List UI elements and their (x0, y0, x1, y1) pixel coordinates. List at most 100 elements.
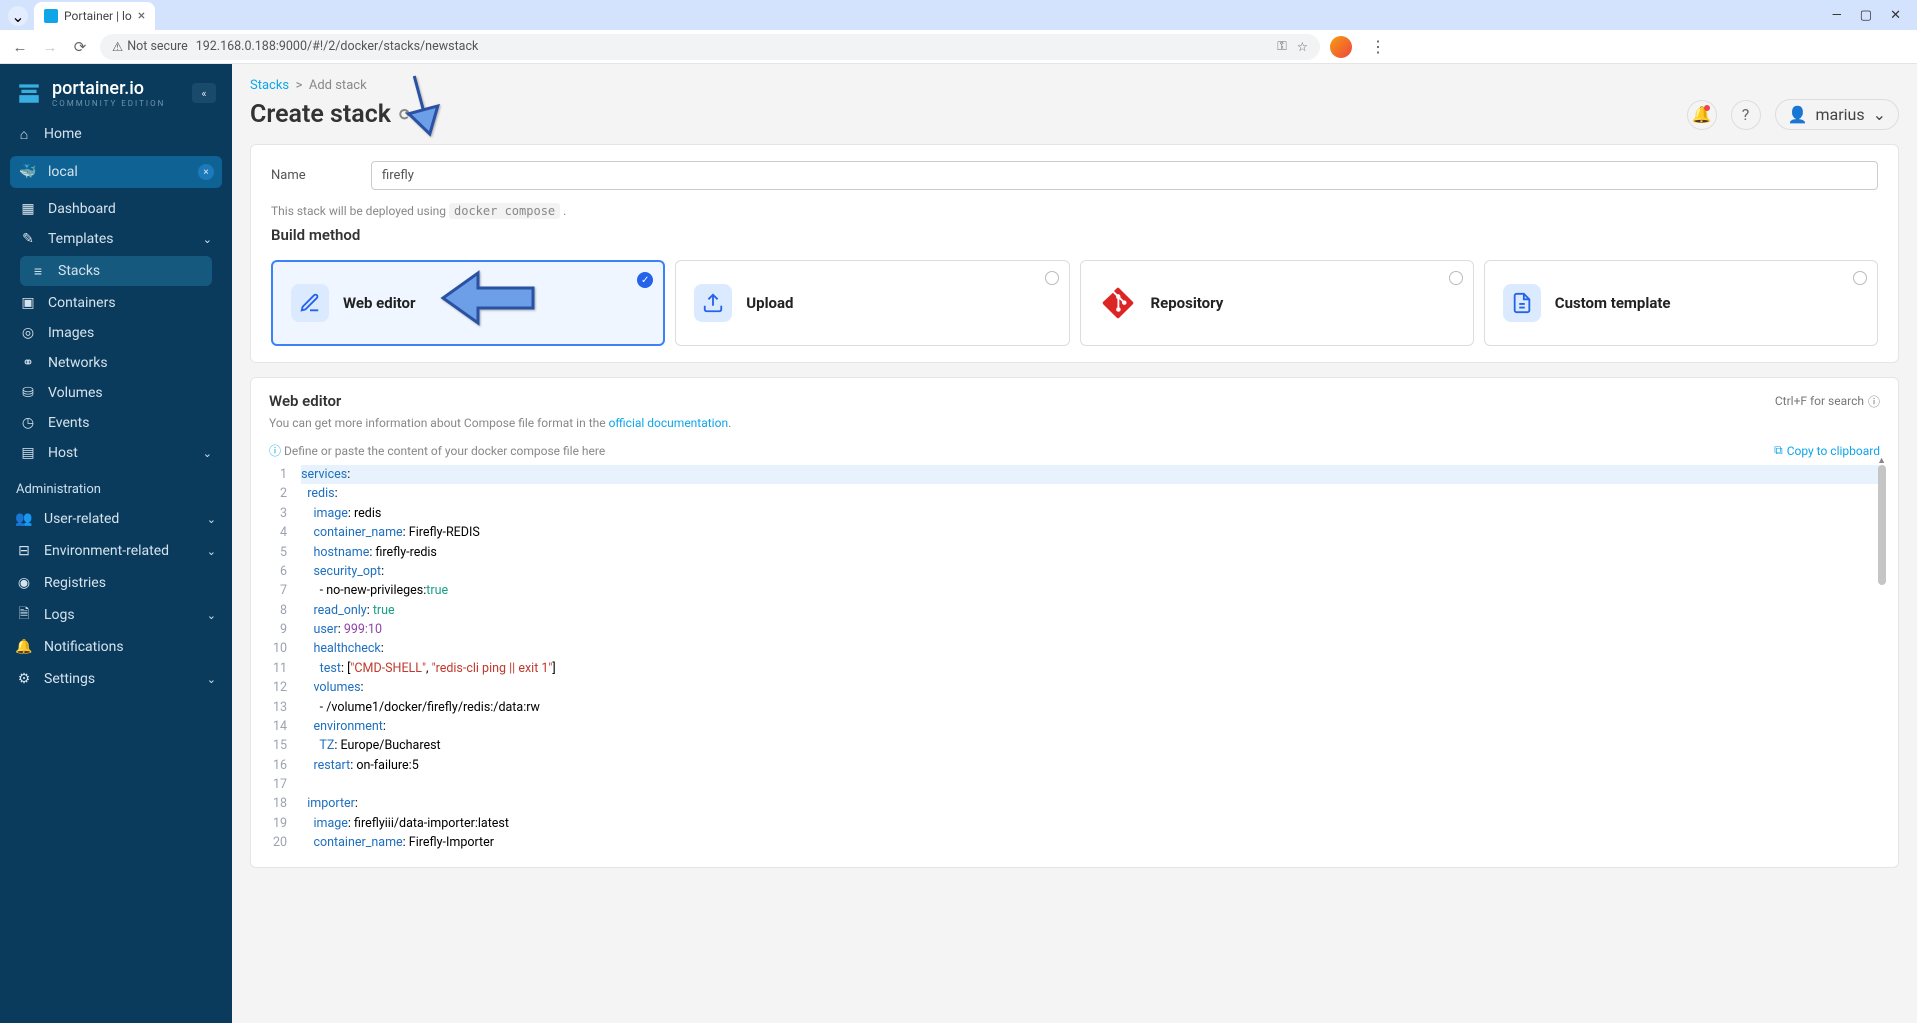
sidebar-label: Templates (48, 231, 114, 247)
build-option-repository[interactable]: Repository (1080, 260, 1474, 346)
build-option-custom-template[interactable]: Custom template (1484, 260, 1878, 346)
security-badge: ⚠ Not secure (112, 39, 188, 55)
sidebar-label: Notifications (44, 639, 124, 655)
collapse-sidebar-button[interactable]: « (192, 83, 216, 103)
chevron-down-icon: ⌄ (203, 447, 212, 460)
tab-close-icon[interactable]: × (138, 8, 145, 24)
compose-hint: ⓘ Define or paste the content of your do… (269, 442, 605, 459)
chevron-down-icon: ⌄ (203, 233, 212, 246)
users-icon: 👥 (16, 511, 32, 527)
build-option-web-editor[interactable]: Web editor ✓ (271, 260, 665, 346)
search-hint: Ctrl+F for search ⓘ (1775, 393, 1880, 410)
annotation-arrow (392, 70, 452, 144)
file-icon (1503, 284, 1541, 322)
sidebar-item-settings[interactable]: ⚙Settings⌄ (0, 663, 232, 695)
editor-title: Web editor (269, 392, 341, 410)
help-icon[interactable]: ⓘ (1868, 393, 1880, 410)
sidebar-item-home[interactable]: ⌂ Home (0, 118, 232, 150)
tab-dropdown-icon[interactable]: ⌄ (8, 6, 28, 26)
hdd-icon: ⊟ (16, 543, 32, 559)
breadcrumb-root[interactable]: Stacks (250, 78, 289, 93)
back-icon[interactable]: ← (10, 38, 30, 56)
edition-text: COMMUNITY EDITION (52, 99, 165, 108)
code-body[interactable]: services: redis: image: redis container_… (301, 465, 1880, 853)
sidebar-item-host[interactable]: ▤Host⌄ (10, 438, 222, 468)
env-close-icon[interactable]: × (198, 164, 214, 180)
build-method-title: Build method (271, 226, 1878, 244)
sidebar-item-env-related[interactable]: ⊟Environment-related⌄ (0, 535, 232, 567)
code-editor[interactable]: 1234567891011121314151617181920 services… (269, 465, 1880, 853)
grid-icon: ▦ (20, 201, 36, 217)
warning-icon: ⚠ (112, 39, 123, 55)
info-icon: ⓘ (269, 444, 281, 458)
minimize-icon[interactable]: — (1832, 8, 1842, 23)
key-icon[interactable]: ⚿ (1277, 39, 1287, 55)
user-menu[interactable]: 👤 marius ⌄ (1775, 99, 1899, 130)
sidebar-label: Registries (44, 575, 106, 591)
chevron-down-icon: ⌄ (207, 545, 216, 558)
sidebar-label: Events (48, 415, 89, 431)
annotation-arrow (438, 268, 538, 332)
sidebar-item-events[interactable]: ◷ Events (10, 408, 222, 438)
sidebar-label: Logs (44, 607, 75, 623)
window-controls: — ▢ ✕ (1832, 0, 1917, 30)
chevron-down-icon: ⌄ (207, 673, 216, 686)
tab-favicon (44, 9, 58, 23)
sidebar-label: Containers (48, 295, 116, 311)
name-label: Name (271, 168, 351, 183)
security-text: Not secure (127, 39, 188, 54)
sidebar-item-stacks[interactable]: ≡ Stacks (20, 256, 212, 286)
sidebar-item-dashboard[interactable]: ▦Dashboard (10, 194, 222, 224)
sidebar-item-logs[interactable]: 🗎Logs⌄ (0, 599, 232, 631)
breadcrumb: Stacks > Add stack (250, 78, 1899, 93)
user-name: marius (1815, 105, 1864, 124)
share-icon: ⚭ (20, 355, 36, 371)
sidebar-label: Volumes (48, 385, 103, 401)
main-content: Stacks > Add stack Create stack ⟳ 🔔 ? 👤 … (232, 64, 1917, 1023)
sidebar-item-registries[interactable]: ◉Registries (0, 567, 232, 599)
gear-icon: ⚙ (16, 671, 32, 687)
copy-to-clipboard-button[interactable]: ⧉ Copy to clipboard (1774, 443, 1880, 458)
edit-icon: ✎ (20, 231, 36, 247)
doc-link[interactable]: official documentation (609, 416, 729, 430)
forward-icon[interactable]: → (40, 38, 60, 56)
sidebar-environment[interactable]: 🐳 local × (10, 156, 222, 188)
sidebar-item-images[interactable]: ◎Images (10, 318, 222, 348)
star-icon[interactable]: ☆ (1297, 39, 1308, 55)
radio-icon (1853, 271, 1867, 285)
stack-name-input[interactable] (371, 161, 1878, 190)
sidebar-item-notifications[interactable]: 🔔 Notifications (0, 631, 232, 663)
address-bar[interactable]: ⚠ Not secure 192.168.0.188:9000/#!/2/doc… (100, 34, 1320, 60)
notifications-button[interactable]: 🔔 (1687, 100, 1717, 130)
scrollbar[interactable] (1878, 465, 1886, 585)
option-label: Custom template (1555, 294, 1671, 312)
option-label: Repository (1151, 294, 1224, 312)
edit-icon (291, 284, 329, 322)
logo: portainer.io COMMUNITY EDITION « (0, 64, 232, 118)
url-text: 192.168.0.188:9000/#!/2/docker/stacks/ne… (196, 39, 479, 54)
sidebar-label: Stacks (58, 263, 100, 279)
doc-hint: You can get more information about Compo… (269, 416, 1880, 430)
profile-avatar[interactable] (1330, 36, 1352, 58)
browser-tab[interactable]: Portainer | lo × (34, 2, 155, 30)
reload-icon[interactable]: ⟳ (70, 38, 90, 56)
sidebar-item-user-related[interactable]: 👥User-related⌄ (0, 503, 232, 535)
close-window-icon[interactable]: ✕ (1890, 8, 1901, 23)
layers-icon: ≡ (30, 263, 46, 279)
user-icon: 👤 (1788, 105, 1808, 124)
breadcrumb-leaf: Add stack (309, 78, 367, 93)
file-icon: 🗎 (16, 607, 32, 623)
maximize-icon[interactable]: ▢ (1860, 8, 1872, 23)
sidebar-label: Host (48, 445, 78, 461)
chevron-down-icon: ⌄ (207, 513, 216, 526)
help-button[interactable]: ? (1731, 100, 1761, 130)
clock-icon: ◷ (20, 415, 36, 431)
portainer-logo-icon (16, 80, 42, 106)
sidebar-item-templates[interactable]: ✎ Templates ⌄ (10, 224, 222, 254)
sidebar-item-containers[interactable]: ▣Containers (10, 288, 222, 318)
build-option-upload[interactable]: Upload (675, 260, 1069, 346)
bell-icon: 🔔 (16, 639, 32, 655)
sidebar-item-volumes[interactable]: ⛁Volumes (10, 378, 222, 408)
menu-icon[interactable]: ⋮ (1370, 37, 1386, 56)
sidebar-item-networks[interactable]: ⚭Networks (10, 348, 222, 378)
